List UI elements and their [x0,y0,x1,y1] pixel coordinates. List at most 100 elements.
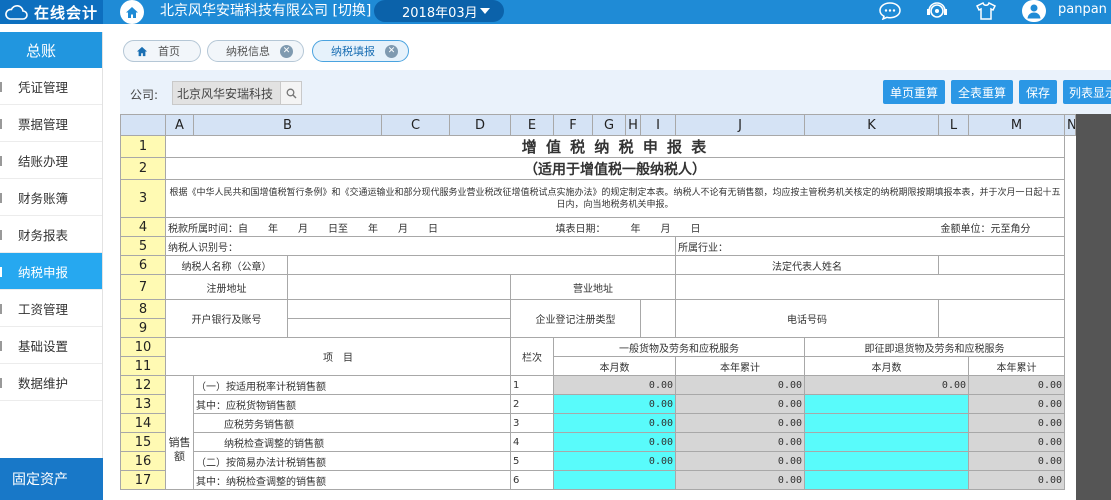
period-selector[interactable]: 2018年03月 [374,0,504,22]
column-header-k[interactable]: K [804,114,940,136]
column-header-i[interactable]: I [640,114,677,136]
reg-address-label[interactable]: 注册地址 [165,274,288,300]
taxpayer-name-field[interactable] [286,255,677,275]
sidebar-item-voucher[interactable]: 凭证管理 [0,68,102,105]
refund-month-cell[interactable] [804,451,970,471]
row-header[interactable]: 5 [120,236,166,256]
column-header-a[interactable]: A [165,114,194,136]
biz-address-field[interactable] [675,274,1066,300]
sidebar-item-fixed-assets[interactable]: 固定资产 [0,458,103,500]
row-header[interactable]: 14 [120,413,166,433]
general-month-cell[interactable]: 0.00 [553,432,677,452]
refund-month-cell[interactable] [804,394,970,414]
refund-ytd-cell[interactable]: 0.00 [968,375,1066,395]
row-header[interactable]: 6 [120,255,166,275]
line-item[interactable]: 其中：应税货物销售额 [192,394,512,414]
sheet-corner[interactable] [120,114,166,136]
column-header-b[interactable]: B [192,114,383,136]
general-ytd-cell[interactable]: 0.00 [675,394,806,414]
general-ytd-cell[interactable]: 0.00 [675,375,806,395]
line-number[interactable]: 1 [510,375,555,395]
sheet-scroll-area[interactable] [1076,114,1111,500]
refund-ytd-cell[interactable]: 0.00 [968,432,1066,452]
refund-month-cell[interactable] [804,432,970,452]
line-number[interactable]: 4 [510,432,555,452]
row-header[interactable]: 11 [120,356,166,376]
line-number[interactable]: 2 [510,394,555,414]
recalc-page-button[interactable]: 单页重算 [883,80,945,104]
row-header[interactable]: 17 [120,470,166,490]
general-ytd-cell[interactable]: 0.00 [675,413,806,433]
close-icon[interactable]: ✕ [280,44,293,58]
close-icon[interactable]: ✕ [385,44,398,58]
recalc-all-button[interactable]: 全表重算 [951,80,1013,104]
general-month-cell[interactable]: 0.00 [553,394,677,414]
column-header-h[interactable]: H [625,114,642,136]
line-item[interactable]: 纳税检查调整的销售额 [192,432,512,452]
skin-button[interactable] [974,0,998,22]
row-header[interactable]: 10 [120,337,166,357]
refund-month-cell[interactable] [804,413,970,433]
refund-goods-header[interactable]: 即征即退货物及劳务和应税服务 [804,337,1066,357]
ytd-header-refund[interactable]: 本年累计 [968,356,1066,376]
form-notice[interactable]: 根据《中华人民共和国增值税暂行条例》和《交通运输业和部分现代服务业营业税改征增值… [164,179,1066,218]
reg-address-field[interactable] [286,274,512,300]
refund-ytd-cell[interactable]: 0.00 [968,394,1066,414]
refund-ytd-cell[interactable]: 0.00 [968,451,1066,471]
sidebar-item-bills[interactable]: 票据管理 [0,105,102,142]
sidebar-item-data-maintenance[interactable]: 数据维护 [0,364,102,401]
column-header-f[interactable]: F [553,114,594,136]
general-month-cell[interactable]: 0.00 [553,451,677,471]
line-item[interactable]: 应税劳务销售额 [192,413,512,433]
company-switcher[interactable]: 北京风华安瑞科技有限公司 [切换] [160,0,371,24]
industry-label[interactable]: 所属行业： [675,236,1066,256]
general-month-cell[interactable] [553,470,677,490]
company-search-button[interactable] [280,81,302,105]
column-header-e[interactable]: E [510,114,555,136]
bank-field-2[interactable] [286,318,512,338]
column-header-g[interactable]: G [592,114,627,136]
row-header[interactable]: 16 [120,451,166,471]
bank-label[interactable]: 开户银行及账号 [165,299,288,338]
avatar[interactable] [1022,0,1046,22]
save-button[interactable]: 保存 [1019,80,1057,104]
sidebar-header[interactable]: 总账 [0,32,102,68]
row-header[interactable]: 12 [120,375,166,395]
phone-field[interactable] [938,299,1066,338]
row-header[interactable]: 9 [120,318,166,338]
fill-date[interactable]: 填表日期： 年 月 日 [553,217,939,237]
refund-ytd-cell[interactable]: 0.00 [968,470,1066,490]
column-header-j[interactable]: J [675,114,806,136]
taxpayer-id-label[interactable]: 纳税人识别号： [164,236,677,256]
reg-type-field[interactable] [640,299,677,338]
column-header-n[interactable]: N [1064,114,1076,136]
row-header[interactable]: 8 [120,299,166,319]
row-header[interactable]: 3 [120,179,166,218]
form-subtitle[interactable]: （适用于增值税一般纳税人） [164,157,1066,180]
row-header[interactable]: 1 [120,135,166,158]
sidebar-item-reports[interactable]: 财务报表 [0,216,102,253]
refund-ytd-cell[interactable]: 0.00 [968,413,1066,433]
list-view-button[interactable]: 列表显示 [1063,80,1111,104]
category-sales[interactable]: 销售额 [165,375,194,490]
general-ytd-cell[interactable]: 0.00 [675,470,806,490]
general-goods-header[interactable]: 一般货物及劳务和应税服务 [553,337,806,357]
taxpayer-name-label[interactable]: 纳税人名称（公章） [165,255,288,275]
legal-rep-label[interactable]: 法定代表人姓名 [675,255,940,275]
legal-rep-field[interactable] [938,255,1066,275]
tab-tax-filing[interactable]: 纳税填报 ✕ [312,40,409,62]
general-month-cell[interactable]: 0.00 [553,413,677,433]
amount-unit[interactable]: 金额单位：元至角分 [938,217,1066,237]
row-header[interactable]: 7 [120,274,166,300]
bank-field[interactable] [286,299,512,319]
column-header-c[interactable]: C [381,114,451,136]
month-header-general[interactable]: 本月数 [553,356,677,376]
username[interactable]: panpan [1058,2,1107,17]
sidebar-item-ledger[interactable]: 财务账簿 [0,179,102,216]
line-no-header[interactable]: 栏次 [510,337,555,376]
message-button[interactable] [878,0,902,22]
sidebar-item-settings[interactable]: 基础设置 [0,327,102,364]
line-item[interactable]: 其中：纳税检查调整的销售额 [192,470,512,490]
item-header[interactable]: 项 目 [164,337,512,376]
general-month-cell[interactable]: 0.00 [553,375,677,395]
